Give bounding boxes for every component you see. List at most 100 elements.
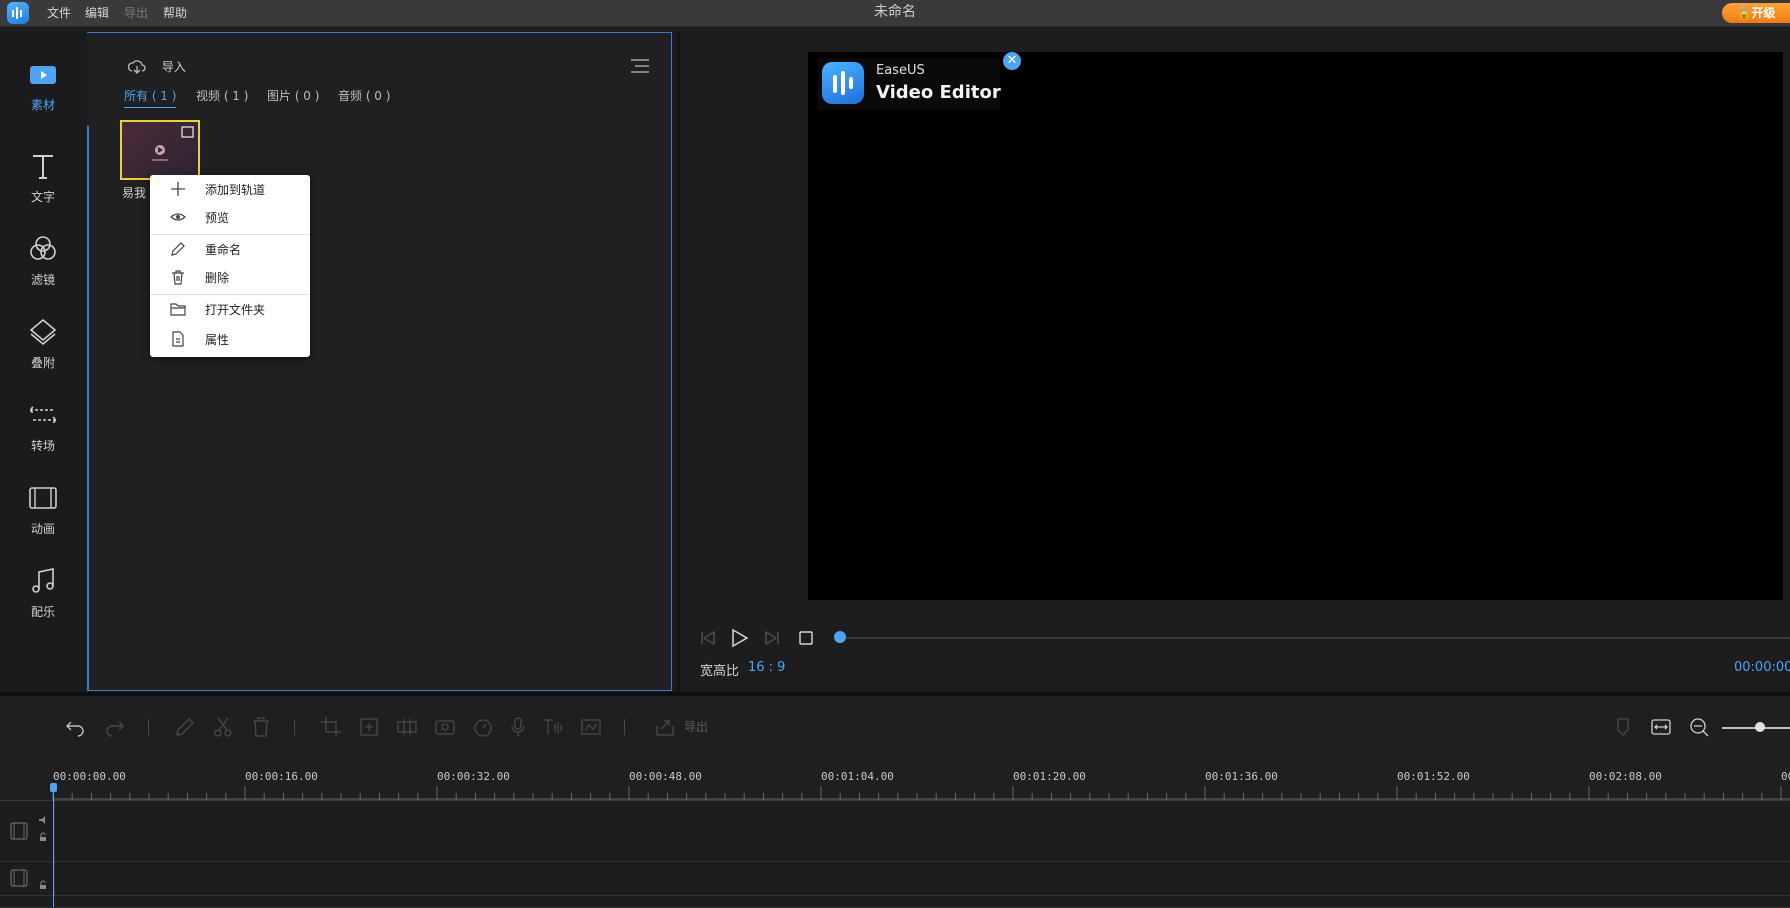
import-label: 导入 (161, 60, 186, 74)
upgrade-button[interactable]: 🔒开级 (1722, 3, 1790, 23)
upgrade-label: 开级 (1751, 6, 1776, 20)
preview-canvas[interactable] (808, 52, 1783, 600)
zoom-frame-icon[interactable] (358, 716, 380, 738)
ruler-label: 00:00:48.00 (629, 770, 702, 783)
cm-add-to-track-label: 添加到轨道 (205, 183, 266, 197)
cm-open-folder[interactable]: 打开文件夹 (150, 295, 310, 323)
mosaic-icon[interactable] (396, 716, 418, 738)
cm-properties-label: 属性 (205, 333, 230, 347)
eye-icon (170, 209, 186, 225)
ruler-label: 00:02:08.00 (1589, 770, 1662, 783)
freeze-frame-icon[interactable] (434, 716, 456, 738)
ruler-label: 00:00:16.00 (245, 770, 318, 783)
music-icon (27, 565, 59, 597)
playhead-handle[interactable] (50, 783, 57, 792)
transition-icon (27, 399, 59, 431)
animation-icon (27, 482, 59, 514)
microphone-icon[interactable] (507, 716, 529, 738)
next-frame-icon[interactable] (762, 628, 782, 648)
prev-frame-icon[interactable] (698, 628, 718, 648)
toolbar-separator (148, 719, 149, 735)
cm-preview-label: 预览 (205, 211, 230, 225)
pencil-icon (170, 241, 186, 257)
progress-track[interactable] (840, 637, 1790, 639)
zoom-slider-handle[interactable] (1755, 722, 1765, 732)
import-icon (128, 59, 146, 75)
rail-item-text[interactable]: 文字 (0, 140, 86, 220)
export-icon[interactable] (654, 716, 676, 738)
film-icon (9, 868, 29, 888)
lock-icon: 🔒 (1736, 6, 1752, 20)
edit-icon[interactable] (174, 716, 196, 738)
lock-icon[interactable] (38, 832, 48, 842)
watermark-product: Video Editor (876, 82, 1001, 103)
tab-image[interactable]: 图片 ( 0 ) (267, 87, 319, 107)
fit-timeline-icon[interactable] (1650, 716, 1672, 738)
delete-icon[interactable] (250, 716, 272, 738)
rail-item-media[interactable]: 素材 (0, 48, 86, 128)
toolbar-separator (624, 719, 625, 735)
import-button[interactable]: 导入 (128, 58, 186, 78)
cm-delete[interactable]: 删除 (150, 263, 310, 291)
overlay-icon (27, 316, 59, 348)
watermark-close-icon[interactable]: ✕ (1003, 52, 1021, 70)
lock-icon[interactable] (38, 880, 48, 890)
ruler-label: 00 (1781, 770, 1790, 783)
cm-add-to-track[interactable]: 添加到轨道 (150, 175, 310, 203)
marker-icon[interactable] (1612, 716, 1634, 738)
stop-icon[interactable] (796, 628, 816, 648)
cm-properties[interactable]: 属性 (150, 325, 310, 353)
overlay-track-header (0, 862, 55, 895)
rail-item-transition[interactable]: 转场 (0, 389, 86, 469)
volume-icon[interactable] (38, 815, 48, 825)
tab-all[interactable]: 所有 ( 1 ) (124, 87, 177, 108)
rail-label-overlay: 叠附 (30, 356, 55, 370)
media-panel-border (87, 126, 89, 691)
green-screen-icon[interactable] (580, 716, 602, 738)
cm-rename[interactable]: 重命名 (150, 235, 310, 263)
redo-icon[interactable] (103, 716, 125, 738)
play-icon[interactable] (729, 628, 749, 648)
toolbar-separator (294, 719, 295, 735)
rail-label-music: 配乐 (30, 605, 55, 619)
overlay-track[interactable] (0, 862, 1790, 896)
undo-icon[interactable] (65, 716, 87, 738)
rail-item-filter[interactable]: 滤镜 (0, 223, 86, 303)
context-menu: 添加到轨道 预览 重命名 删除 打开文件夹 属性 (150, 175, 310, 357)
ruler-label: 00:01:20.00 (1013, 770, 1086, 783)
rail-label-animation: 动画 (30, 522, 55, 536)
cm-preview[interactable]: 预览 (150, 203, 310, 231)
video-track[interactable] (0, 801, 1790, 862)
film-icon (9, 821, 29, 841)
window-title: 未命名 (874, 4, 916, 20)
easeus-logo-icon (822, 62, 864, 104)
export-label[interactable]: 导出 (684, 718, 708, 735)
ruler-label: 00:01:52.00 (1397, 770, 1470, 783)
rail-label-media: 素材 (30, 98, 55, 112)
cm-delete-label: 删除 (205, 271, 230, 285)
tab-audio[interactable]: 音频 ( 0 ) (338, 87, 390, 107)
list-view-icon[interactable] (630, 58, 650, 74)
text-track[interactable] (0, 896, 1790, 908)
watermark-brand: EaseUS (876, 63, 925, 78)
zoom-out-icon[interactable] (1688, 716, 1710, 738)
progress-handle[interactable] (834, 631, 846, 643)
playhead[interactable] (53, 786, 54, 907)
video-track-header (0, 801, 55, 861)
cut-icon[interactable] (212, 716, 234, 738)
rail-label-filter: 滤镜 (30, 273, 55, 287)
ruler-label: 00:01:36.00 (1205, 770, 1278, 783)
trash-icon (170, 269, 186, 285)
aspect-ratio-value[interactable]: 16 : 9 (748, 660, 785, 675)
media-thumbnail[interactable] (120, 120, 200, 180)
properties-icon (170, 331, 186, 347)
aspect-ratio-label: 宽高比 (700, 664, 740, 679)
rail-item-animation[interactable]: 动画 (0, 472, 86, 552)
crop-icon[interactable] (320, 716, 342, 738)
rail-item-music[interactable]: 配乐 (0, 555, 86, 635)
rail-item-overlay[interactable]: 叠附 (0, 306, 86, 386)
text-to-speech-icon[interactable] (541, 716, 563, 738)
tab-video[interactable]: 视频 ( 1 ) (196, 87, 248, 107)
speed-icon[interactable] (472, 716, 494, 738)
ruler-label: 00:00:00.00 (53, 770, 126, 783)
